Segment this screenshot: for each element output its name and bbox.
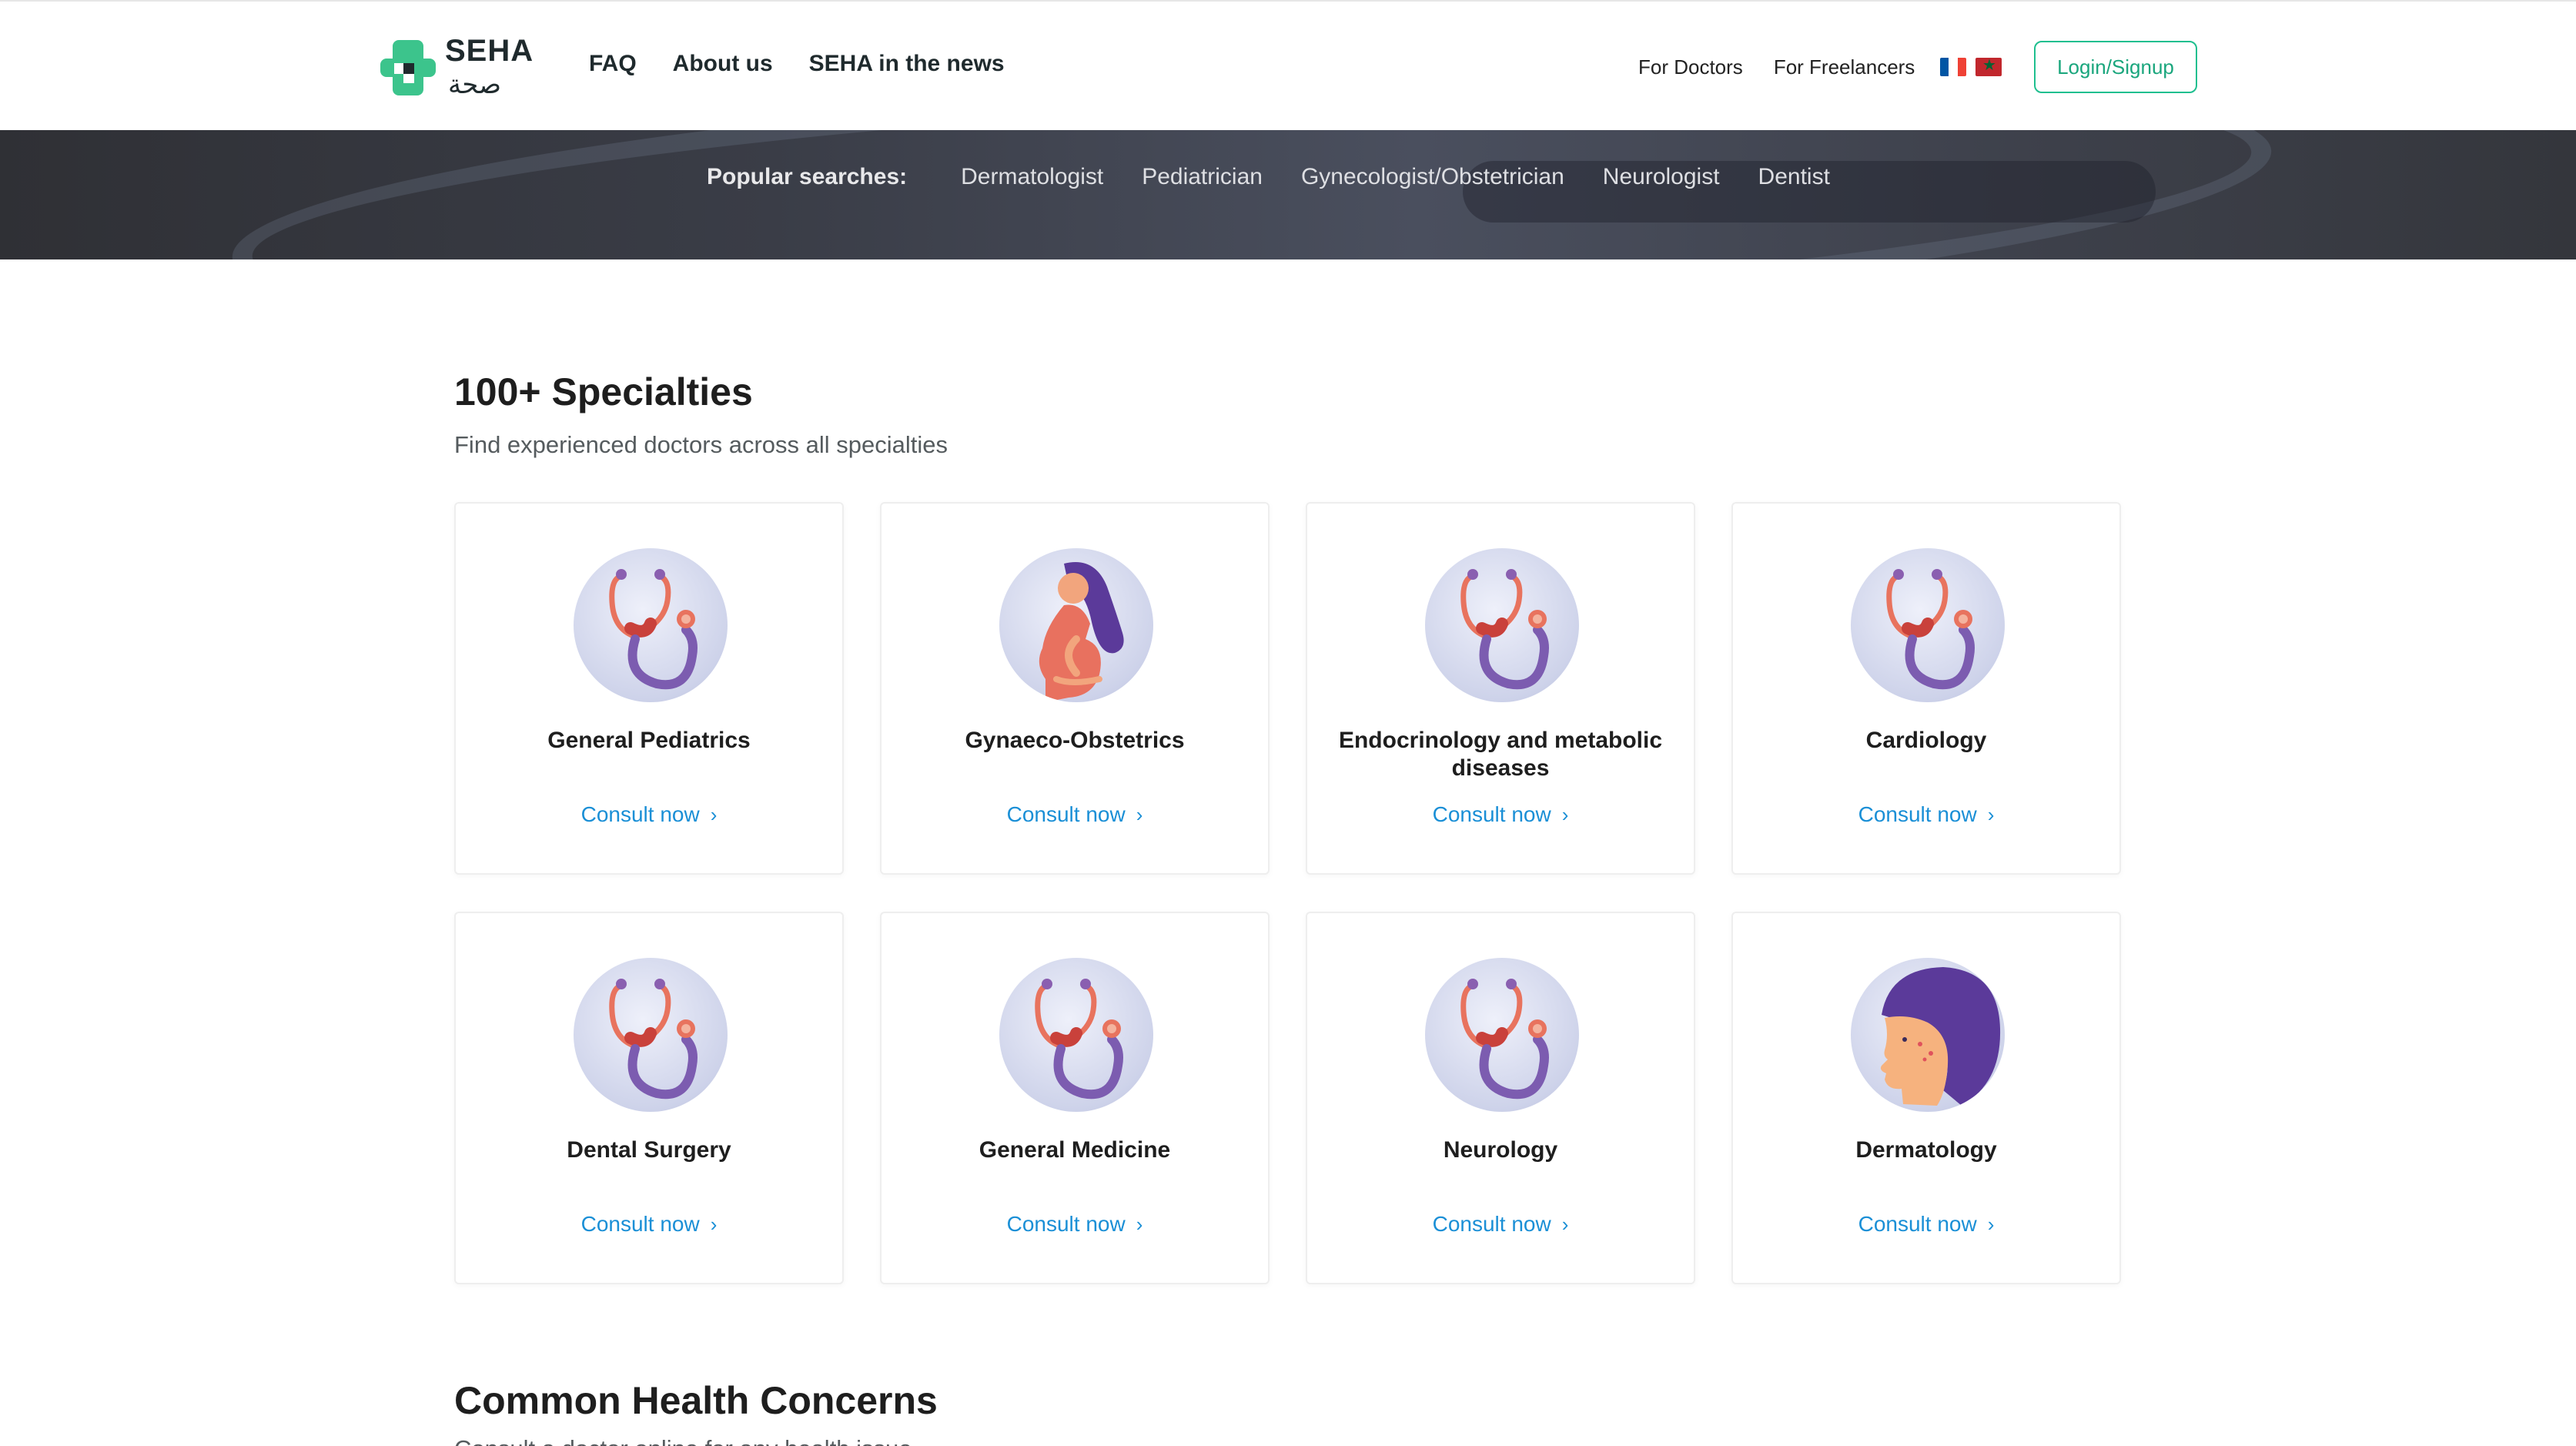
brand-name: SEHA [445, 34, 534, 68]
stethoscope-icon [574, 958, 728, 1112]
consult-now-label: Consult now [580, 802, 700, 826]
login-signup-button[interactable]: Login/Signup [2034, 41, 2197, 93]
nav-seha-in-the-news[interactable]: SEHA in the news [809, 51, 1005, 77]
stethoscope-icon [999, 958, 1153, 1112]
common-concerns-subtitle: Consult a doctor online for any health i… [454, 1435, 912, 1446]
nav-for-freelancers[interactable]: For Freelancers [1774, 55, 1915, 79]
stethoscope-icon [1851, 548, 2005, 702]
face-skin-icon [1851, 958, 2005, 1112]
specialty-name: Neurology [1443, 1137, 1558, 1163]
popular-search-pediatrician[interactable]: Pediatrician [1142, 164, 1263, 190]
popular-search-dermatologist[interactable]: Dermatologist [961, 164, 1103, 190]
popular-searches-label: Popular searches: [707, 164, 908, 189]
nav-for-doctors[interactable]: For Doctors [1638, 55, 1743, 79]
consult-now-link[interactable]: Consult now › [1307, 802, 1694, 827]
specialty-card-gynaeco-obstetrics[interactable]: Gynaeco-Obstetrics Consult now › [880, 502, 1270, 875]
pregnant-woman-icon [999, 548, 1153, 702]
chevron-right-icon: › [1987, 803, 1995, 826]
chevron-right-icon: › [1561, 1213, 1569, 1236]
specialty-name: Dental Surgery [567, 1137, 731, 1163]
logo-cross-icon [380, 40, 436, 95]
consult-now-label: Consult now [1432, 802, 1551, 826]
consult-now-link[interactable]: Consult now › [456, 802, 842, 827]
nav-faq[interactable]: FAQ [589, 51, 637, 77]
chevron-right-icon: › [1136, 803, 1143, 826]
chevron-right-icon: › [1561, 803, 1569, 826]
specialty-card-endocrinology-and-metabolic-diseases[interactable]: Endocrinology and metabolic diseases Con… [1306, 502, 1695, 875]
consult-now-label: Consult now [1006, 1212, 1126, 1236]
specialty-name: General Pediatrics [547, 728, 751, 753]
consult-now-label: Consult now [1858, 802, 1977, 826]
specialty-card-general-medicine[interactable]: General Medicine Consult now › [880, 912, 1270, 1284]
chevron-right-icon: › [710, 1213, 718, 1236]
consult-now-label: Consult now [580, 1212, 700, 1236]
consult-now-label: Consult now [1432, 1212, 1551, 1236]
seha-logo[interactable]: SEHA صحة [377, 32, 539, 103]
stethoscope-icon [574, 548, 728, 702]
language-switcher [1940, 58, 2002, 76]
specialty-card-dental-surgery[interactable]: Dental Surgery Consult now › [454, 912, 844, 1284]
consult-now-label: Consult now [1858, 1212, 1977, 1236]
consult-now-link[interactable]: Consult now › [882, 802, 1268, 827]
popular-search-dentist[interactable]: Dentist [1758, 164, 1830, 190]
consult-now-link[interactable]: Consult now › [1733, 1212, 2119, 1237]
consult-now-link[interactable]: Consult now › [1307, 1212, 1694, 1237]
specialty-cards-grid: General Pediatrics Consult now › Gynaeco-… [454, 502, 2122, 1284]
specialty-card-neurology[interactable]: Neurology Consult now › [1306, 912, 1695, 1284]
moroccan-flag-icon[interactable] [1975, 58, 2002, 76]
common-concerns-title: Common Health Concerns [454, 1379, 938, 1422]
specialty-name: General Medicine [979, 1137, 1171, 1163]
brand-arabic-name: صحة [448, 69, 502, 100]
specialty-name: Dermatology [1855, 1137, 1997, 1163]
chevron-right-icon: › [1136, 1213, 1143, 1236]
popular-search-gynecologist[interactable]: Gynecologist/Obstetrician [1301, 164, 1564, 190]
specialties-title: 100+ Specialties [454, 370, 753, 413]
specialty-card-general-pediatrics[interactable]: General Pediatrics Consult now › [454, 502, 844, 875]
stethoscope-icon [1425, 548, 1579, 702]
consult-now-link[interactable]: Consult now › [1733, 802, 2119, 827]
specialty-card-cardiology[interactable]: Cardiology Consult now › [1731, 502, 2121, 875]
secondary-nav: For Doctors For Freelancers [1638, 55, 1915, 79]
consult-now-label: Consult now [1006, 802, 1126, 826]
consult-now-link[interactable]: Consult now › [456, 1212, 842, 1237]
specialties-subtitle: Find experienced doctors across all spec… [454, 431, 948, 458]
specialty-name: Gynaeco-Obstetrics [965, 728, 1185, 753]
site-header: SEHA صحة FAQ About us SEHA in the news F… [0, 0, 2576, 130]
chevron-right-icon: › [1987, 1213, 1995, 1236]
nav-about-us[interactable]: About us [673, 51, 773, 77]
chevron-right-icon: › [710, 803, 718, 826]
specialty-card-dermatology[interactable]: Dermatology Consult now › [1731, 912, 2121, 1284]
french-flag-icon[interactable] [1940, 58, 1966, 76]
main-nav: FAQ About us SEHA in the news [589, 51, 1005, 77]
consult-now-link[interactable]: Consult now › [882, 1212, 1268, 1237]
popular-searches-band: Popular searches: Dermatologist Pediatri… [0, 130, 2576, 259]
specialty-name: Cardiology [1865, 728, 1987, 753]
popular-search-neurologist[interactable]: Neurologist [1603, 164, 1720, 190]
stethoscope-icon [1425, 958, 1579, 1112]
specialty-name: Endocrinology and metabolic diseases [1338, 728, 1663, 781]
